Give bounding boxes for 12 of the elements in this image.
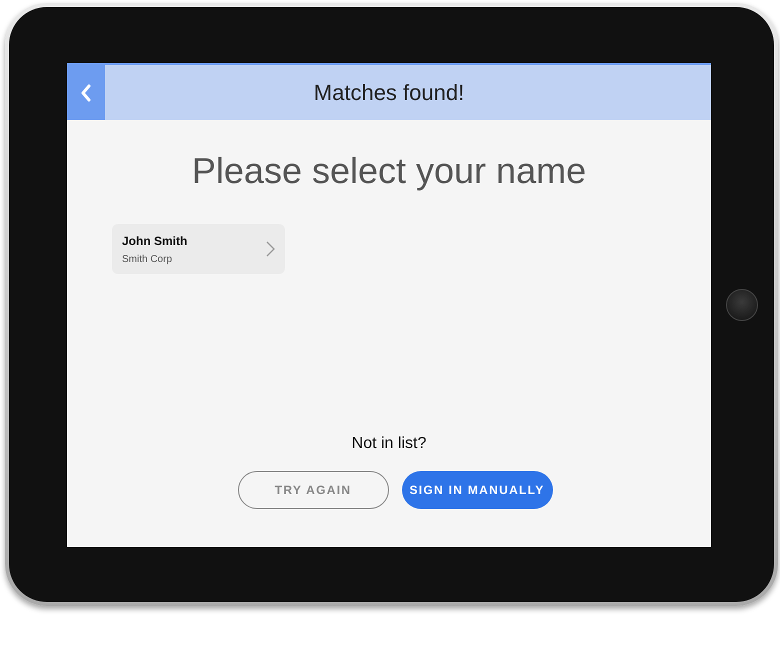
match-company: Smith Corp xyxy=(122,254,174,264)
home-button[interactable] xyxy=(726,289,758,321)
match-item[interactable]: John Smith Smith Corp xyxy=(112,224,285,274)
chevron-icon xyxy=(266,241,275,257)
primary-button[interactable]: SIGN IN MANUALLY xyxy=(402,471,552,509)
back-button[interactable] xyxy=(67,65,105,120)
header-title: Matches found! xyxy=(312,80,466,106)
back-icon xyxy=(80,84,92,102)
match-name: John Smith xyxy=(122,234,188,248)
secondary-button[interactable]: TRY AGAIN xyxy=(238,471,388,509)
page-heading: Please select your name xyxy=(190,150,588,192)
not-in-list-prompt: Not in list? xyxy=(350,435,428,453)
